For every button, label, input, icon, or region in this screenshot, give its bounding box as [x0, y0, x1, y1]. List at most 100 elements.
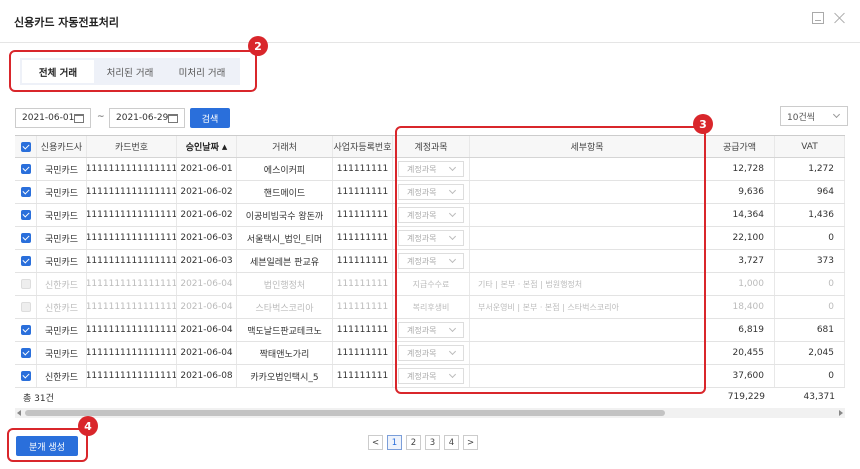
- amount-sum: 719,229: [727, 392, 765, 402]
- search-button[interactable]: 검색: [190, 108, 230, 128]
- card-company-cell: 국민카드: [37, 342, 87, 364]
- biz-number-cell: 111111111: [333, 342, 393, 364]
- col-header-card-company[interactable]: 신용카드사: [37, 136, 87, 157]
- card-number-cell: 1111111111111111: [87, 296, 177, 318]
- row-checkbox[interactable]: [20, 348, 31, 358]
- biz-number-cell: 111111111: [333, 250, 393, 272]
- card-number-cell: 1111111111111111: [87, 273, 177, 295]
- amount-cell: 6,819: [705, 319, 775, 341]
- row-checkbox[interactable]: [20, 256, 31, 266]
- date-to-field[interactable]: 2021-06-29: [109, 108, 185, 128]
- vat-cell: 0: [775, 365, 845, 387]
- row-select-cell: [15, 181, 37, 203]
- vat-cell: 0: [775, 296, 845, 318]
- col-header-vat[interactable]: VAT: [775, 136, 845, 157]
- window-controls: [812, 12, 846, 24]
- biz-number-cell: 111111111: [333, 319, 393, 341]
- card-company-cell: 국민카드: [37, 227, 87, 249]
- vendor-cell: 에스이커피: [237, 158, 333, 180]
- biz-number-cell: 111111111: [333, 273, 393, 295]
- approval-date-cell: 2021-06-04: [177, 296, 237, 318]
- row-checkbox[interactable]: [20, 325, 31, 335]
- scroll-right-icon[interactable]: [839, 410, 843, 416]
- vat-sum: 43,371: [803, 392, 836, 402]
- vendor-cell: 세븐일레븐 판교유: [237, 250, 333, 272]
- row-checkbox[interactable]: [20, 187, 31, 197]
- vendor-cell: 맥도날드판교테크노: [237, 319, 333, 341]
- amount-cell: 3,727: [705, 250, 775, 272]
- vendor-cell: 핸드메이드: [237, 181, 333, 203]
- per-page-select[interactable]: 10건씩: [780, 106, 848, 126]
- calendar-icon[interactable]: [168, 114, 178, 123]
- prev-page-button[interactable]: <: [368, 435, 383, 450]
- vendor-cell: 이공비빔국수 왕돈까: [237, 204, 333, 226]
- row-checkbox[interactable]: [20, 371, 31, 381]
- card-number-cell: 1111111111111111: [87, 158, 177, 180]
- amount-cell: 14,364: [705, 204, 775, 226]
- col-header-vendor[interactable]: 거래처: [237, 136, 333, 157]
- pagination: < 1 2 3 4 >: [368, 435, 478, 450]
- close-icon[interactable]: [834, 12, 846, 24]
- card-number-cell: 1111111111111111: [87, 250, 177, 272]
- date-range-separator: ~: [97, 112, 105, 122]
- annotation-badge-account: 3: [693, 114, 713, 134]
- card-company-cell: 국민카드: [37, 250, 87, 272]
- card-number-cell: 1111111111111111: [87, 204, 177, 226]
- header-divider: [0, 42, 860, 43]
- chevron-down-icon: [832, 110, 841, 119]
- vendor-cell: 서울택시_법인_티머: [237, 227, 333, 249]
- card-company-cell: 신한카드: [37, 365, 87, 387]
- next-page-button[interactable]: >: [463, 435, 478, 450]
- biz-number-cell: 111111111: [333, 158, 393, 180]
- row-select-cell: [15, 342, 37, 364]
- col-header-approval-date[interactable]: 승인날짜 ▲: [177, 136, 237, 157]
- select-all-checkbox[interactable]: [20, 141, 31, 152]
- col-header-approval-date-label: 승인날짜: [185, 143, 219, 153]
- scroll-left-icon[interactable]: [17, 410, 21, 416]
- vat-cell: 964: [775, 181, 845, 203]
- amount-cell: 1,000: [705, 273, 775, 295]
- biz-number-cell: 111111111: [333, 204, 393, 226]
- row-select-cell: [15, 296, 37, 318]
- horizontal-scrollbar[interactable]: [15, 408, 845, 418]
- select-all-cell: [15, 136, 37, 157]
- window-title: 신용카드 자동전표처리: [14, 16, 120, 29]
- card-company-cell: 신한카드: [37, 296, 87, 318]
- row-select-cell: [15, 273, 37, 295]
- row-checkbox[interactable]: [20, 210, 31, 220]
- col-header-biz-number[interactable]: 사업자등록번호: [333, 136, 393, 157]
- amount-cell: 9,636: [705, 181, 775, 203]
- vendor-cell: 카카오법인택시_5: [237, 365, 333, 387]
- row-checkbox[interactable]: [20, 233, 31, 243]
- card-number-cell: 1111111111111111: [87, 227, 177, 249]
- minimize-icon[interactable]: [812, 12, 824, 24]
- biz-number-cell: 111111111: [333, 181, 393, 203]
- row-select-cell: [15, 250, 37, 272]
- table-footer-row: 총 31건 719,229 43,371: [15, 387, 845, 407]
- approval-date-cell: 2021-06-04: [177, 273, 237, 295]
- annotation-badge-tabs: 2: [248, 36, 268, 56]
- col-header-amount[interactable]: 공급가액: [705, 136, 775, 157]
- page-2-button[interactable]: 2: [406, 435, 421, 450]
- page-3-button[interactable]: 3: [425, 435, 440, 450]
- amount-cell: 12,728: [705, 158, 775, 180]
- row-select-cell: [15, 227, 37, 249]
- date-from-field[interactable]: 2021-06-01: [15, 108, 91, 128]
- card-number-cell: 1111111111111111: [87, 342, 177, 364]
- card-company-cell: 국민카드: [37, 181, 87, 203]
- row-select-cell: [15, 319, 37, 341]
- vat-cell: 2,045: [775, 342, 845, 364]
- calendar-icon[interactable]: [74, 114, 84, 123]
- page-1-button[interactable]: 1: [387, 435, 402, 450]
- vat-cell: 1,436: [775, 204, 845, 226]
- page-4-button[interactable]: 4: [444, 435, 459, 450]
- vendor-cell: 법인행정처: [237, 273, 333, 295]
- approval-date-cell: 2021-06-02: [177, 181, 237, 203]
- card-company-cell: 신한카드: [37, 273, 87, 295]
- scroll-thumb[interactable]: [25, 410, 665, 416]
- amount-cell: 20,455: [705, 342, 775, 364]
- approval-date-cell: 2021-06-04: [177, 342, 237, 364]
- row-checkbox[interactable]: [20, 164, 31, 174]
- col-header-card-number[interactable]: 카드번호: [87, 136, 177, 157]
- biz-number-cell: 111111111: [333, 296, 393, 318]
